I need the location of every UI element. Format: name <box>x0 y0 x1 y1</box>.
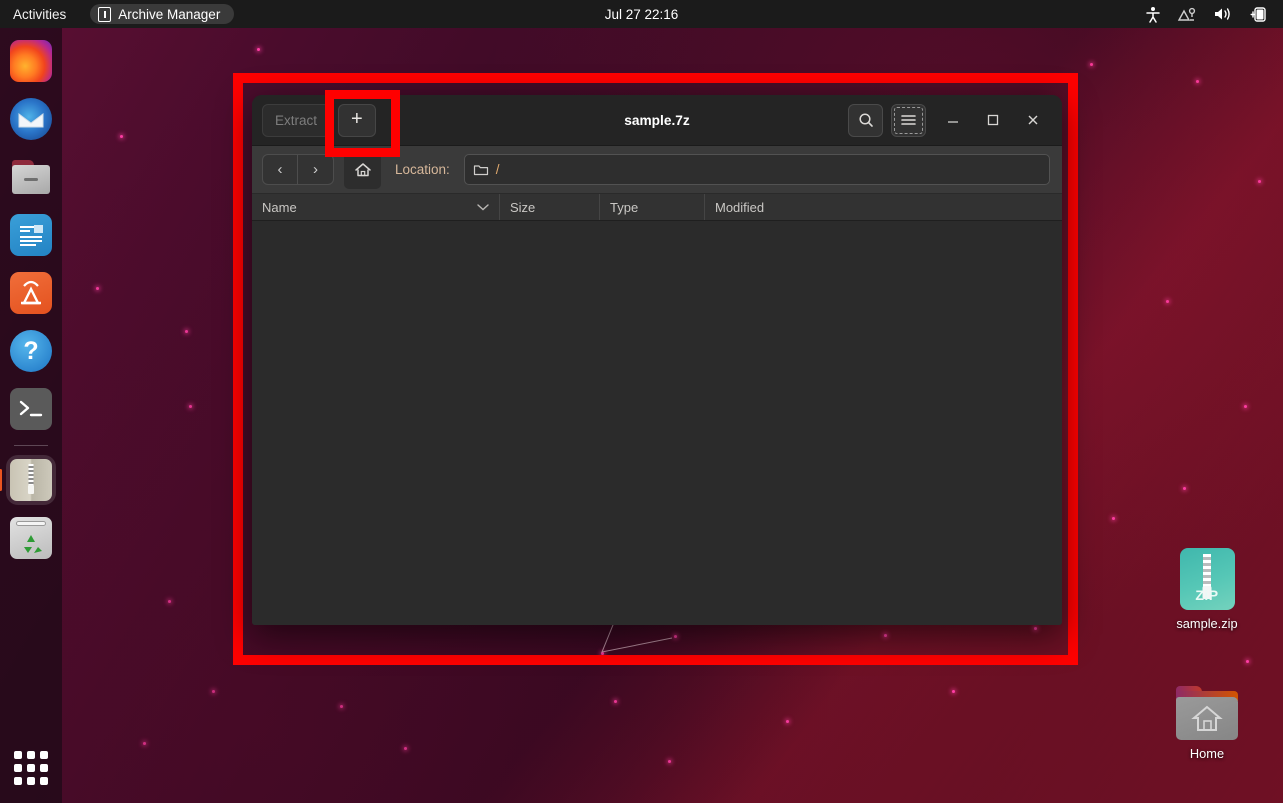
dock-item-files[interactable] <box>6 152 56 202</box>
desktop-icon-home[interactable]: Home <box>1152 682 1262 761</box>
column-header-type[interactable]: Type <box>600 194 705 220</box>
minimize-button[interactable] <box>934 104 972 137</box>
column-header-modified[interactable]: Modified <box>705 194 1062 220</box>
trash-icon <box>10 517 52 559</box>
screen: ZiP sample.zip Home Extract + sample.7z <box>0 0 1283 803</box>
volume-icon <box>1215 8 1230 20</box>
search-icon <box>858 113 873 127</box>
zip-icon-text: ZiP <box>1195 587 1219 603</box>
navigation-buttons: ‹ › <box>262 154 334 185</box>
maximize-button[interactable] <box>974 104 1012 137</box>
dock-item-libreoffice-writer[interactable] <box>6 210 56 260</box>
desktop-icon-sample-zip[interactable]: ZiP sample.zip <box>1152 548 1262 631</box>
home-icon <box>354 162 371 176</box>
folder-icon <box>473 164 488 175</box>
column-header-size[interactable]: Size <box>500 194 600 220</box>
close-button[interactable] <box>1014 104 1052 137</box>
home-button[interactable] <box>344 150 381 189</box>
window-titlebar[interactable]: Extract + sample.7z <box>252 95 1062 146</box>
back-button[interactable]: ‹ <box>262 154 298 185</box>
desktop-icon-label: sample.zip <box>1176 616 1238 631</box>
gnome-topbar: Activities Archive Manager Jul 27 22:16 <box>0 0 1283 28</box>
column-header-name[interactable]: Name <box>252 194 500 220</box>
minimize-icon <box>948 121 958 123</box>
column-header-name-label: Name <box>262 199 297 215</box>
accessibility-button[interactable] <box>1145 6 1161 23</box>
maximize-icon <box>987 114 999 126</box>
dock-item-terminal[interactable] <box>6 384 56 434</box>
location-toolbar: ‹ › Location: / <box>252 146 1062 194</box>
show-applications-button[interactable] <box>14 751 48 785</box>
thunderbird-icon <box>10 98 52 140</box>
close-icon <box>1028 115 1038 125</box>
main-menu-button[interactable] <box>891 103 926 137</box>
battery-icon <box>1250 6 1266 22</box>
network-icon <box>1177 7 1196 21</box>
file-list-empty-area[interactable] <box>252 221 1062 625</box>
extract-button[interactable]: Extract <box>262 103 331 137</box>
add-files-button[interactable]: + <box>338 103 376 137</box>
titlebar-controls <box>848 103 1052 137</box>
location-path-text: / <box>495 162 500 177</box>
activities-button[interactable]: Activities <box>13 7 66 22</box>
volume-button[interactable] <box>1213 6 1233 22</box>
archive-manager-icon <box>10 459 52 501</box>
chevron-down-icon <box>477 204 489 211</box>
dock-item-ubuntu-software[interactable] <box>6 268 56 318</box>
dock-separator <box>14 445 48 446</box>
active-app-name: Archive Manager <box>118 6 221 22</box>
archive-app-icon <box>98 6 112 22</box>
home-folder-icon <box>1176 686 1238 740</box>
dock-item-trash[interactable] <box>6 513 56 563</box>
desktop-icon-label: Home <box>1189 746 1225 761</box>
system-tray <box>1145 6 1269 23</box>
libreoffice-writer-icon <box>10 214 52 256</box>
search-button[interactable] <box>848 103 883 137</box>
dock-item-archive-manager[interactable] <box>6 455 56 505</box>
file-list-header: Name Size Type Modified <box>252 194 1062 221</box>
hamburger-menu-icon <box>901 115 916 125</box>
active-app-indicator[interactable]: Archive Manager <box>90 4 235 24</box>
network-button[interactable] <box>1177 6 1197 23</box>
zip-file-icon: ZiP <box>1179 548 1235 610</box>
dock: ? <box>0 28 62 803</box>
help-icon: ? <box>10 330 52 372</box>
accessibility-icon <box>1146 6 1160 23</box>
files-icon <box>10 156 52 198</box>
archive-manager-window[interactable]: Extract + sample.7z ‹ › Location: / Name… <box>252 95 1062 625</box>
dock-item-firefox[interactable] <box>6 36 56 86</box>
forward-button[interactable]: › <box>298 154 334 185</box>
firefox-icon <box>10 40 52 82</box>
ubuntu-software-icon <box>10 272 52 314</box>
battery-button[interactable] <box>1249 6 1269 23</box>
dock-item-thunderbird[interactable] <box>6 94 56 144</box>
location-label: Location: <box>395 162 450 177</box>
location-input[interactable]: / <box>463 154 1050 185</box>
dock-item-help[interactable]: ? <box>6 326 56 376</box>
terminal-icon <box>10 388 52 430</box>
